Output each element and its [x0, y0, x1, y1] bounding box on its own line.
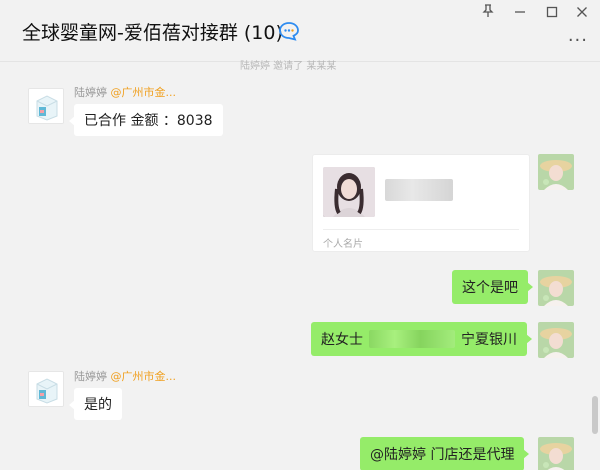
avatar[interactable]: [538, 270, 574, 306]
product-box-icon: [29, 89, 63, 123]
contact-name-redacted: [385, 179, 453, 201]
minimize-icon[interactable]: [510, 4, 530, 24]
avatar[interactable]: [28, 371, 64, 407]
card-type-label: 个人名片: [323, 239, 363, 250]
avatar[interactable]: [28, 88, 64, 124]
contact-card[interactable]: 个人名片: [312, 154, 530, 252]
sender-name: 陆婷婷 @广州市金...: [74, 84, 176, 100]
avatar[interactable]: [538, 437, 574, 470]
more-icon[interactable]: ···: [568, 30, 588, 51]
message-text: 宁夏银川: [461, 332, 517, 348]
message-text: 赵女士: [321, 332, 363, 348]
user-avatar-icon: [538, 270, 574, 306]
message-bubble[interactable]: 赵女士 宁夏银川: [311, 322, 532, 356]
card-divider: [323, 229, 519, 230]
avatar[interactable]: [538, 322, 574, 358]
sender-label: 陆婷婷: [74, 370, 107, 383]
message-bubble[interactable]: 这个是吧: [452, 270, 533, 304]
message-bubble[interactable]: @陆婷婷 门店还是代理: [360, 437, 530, 470]
close-icon[interactable]: [572, 4, 592, 24]
message-text: 是的: [84, 397, 112, 413]
user-avatar-icon: [538, 322, 574, 358]
avatar[interactable]: [538, 154, 574, 190]
title-bar: 全球婴童网-爱佰蓓对接群 (10) ···: [0, 0, 600, 62]
maximize-icon[interactable]: [542, 4, 562, 24]
product-box-icon: [29, 372, 63, 406]
chat-title: 全球婴童网-爱佰蓓对接群 (10): [22, 22, 283, 44]
message-text: @陆婷婷 门店还是代理: [370, 447, 515, 463]
message-bubble[interactable]: 是的: [69, 388, 122, 420]
sender-name: 陆婷婷 @广州市金...: [74, 368, 176, 384]
contact-photo: [323, 167, 375, 217]
user-avatar-icon: [538, 154, 574, 190]
sender-location: @广州市金...: [110, 86, 177, 99]
system-notice: 陆婷婷 邀请了 某某某: [240, 61, 337, 72]
user-avatar-icon: [538, 437, 574, 470]
message-text: 这个是吧: [462, 280, 518, 296]
message-bubble[interactable]: 已合作 金额 ：8038: [69, 104, 223, 136]
scrollbar-thumb[interactable]: [592, 396, 598, 434]
group-chat-icon[interactable]: [278, 21, 300, 41]
message-text: 已合作 金额 ：8038: [84, 113, 213, 129]
redacted-text: [369, 330, 455, 348]
pin-icon[interactable]: [478, 4, 498, 24]
sender-location: @广州市金...: [110, 370, 177, 383]
sender-label: 陆婷婷: [74, 86, 107, 99]
